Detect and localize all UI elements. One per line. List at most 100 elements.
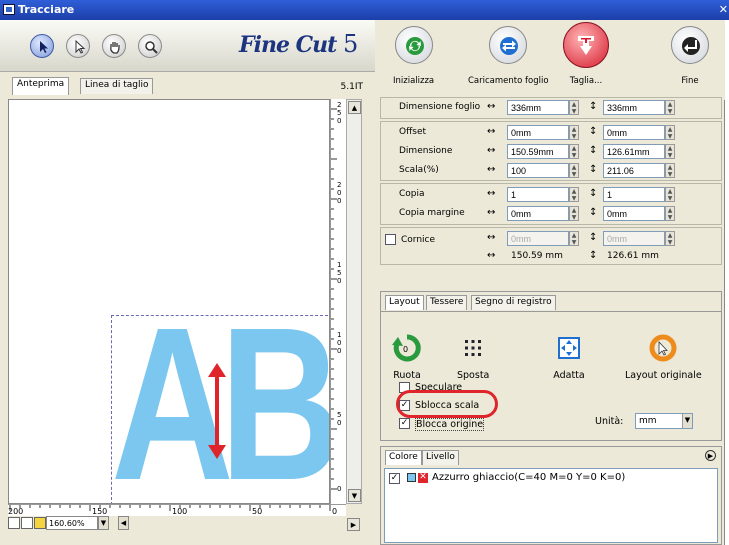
rotate-button[interactable]: 0 Ruota [391,332,423,381]
frame-y-field[interactable] [603,231,665,246]
scale-row: Scala(%) ↔ ▲▼ ↕ ▲▼ [381,162,723,181]
highlight-ellipse [396,390,498,418]
scale-y-stepper[interactable]: ▲ ▼ [665,163,675,178]
unit-label: Unità: [595,416,624,427]
finish-button[interactable]: Fine [671,26,709,86]
layout-panel: Layout Tessere Segno di registro 0 Ruota… [380,291,722,441]
left-toolbar: Fine Cut 5 [0,20,375,72]
copy-y-stepper[interactable]: ▲ ▼ [665,187,675,202]
ruler-v-label: 250 [337,101,342,125]
vertical-arrow-icon: ↕ [589,164,598,175]
rotate-label: Ruota [393,370,421,381]
ruler-v-label: 200 [337,181,342,205]
fit-page-icon[interactable] [21,517,33,529]
preview-tabs: Anteprima Linea di taglio 5.1IT [0,74,375,96]
scale-label: Scala(%) [399,165,439,175]
tab-segno-di-registro[interactable]: Segno di registro [471,295,556,310]
scroll-left-button[interactable]: ◀ [118,516,129,530]
size-width-field[interactable] [507,144,569,159]
vertical-arrow-icon: ↕ [589,188,598,199]
copy-label: Copia [399,189,425,199]
vertical-scrollbar[interactable]: ▲ ▼ [346,99,362,504]
scroll-down-button[interactable]: ▼ [348,489,361,502]
close-icon[interactable]: ✕ [719,3,728,16]
total-size-row: ↔ 150.59 mm ↕ 126.61 mm [381,248,723,267]
tab-anteprima[interactable]: Anteprima [12,77,70,95]
scale-x-field[interactable] [507,163,569,178]
tab-layout[interactable]: Layout [385,295,424,310]
copy-margin-y-stepper[interactable]: ▲ ▼ [665,206,675,221]
offset-y-stepper[interactable]: ▲ ▼ [665,125,675,140]
fit-button[interactable]: Adatta [553,332,585,381]
app-icon [3,4,15,15]
svg-text:0: 0 [403,345,408,354]
ruler-h-label: 100 [172,507,188,516]
ruler-v-label: 0 [337,485,342,493]
scale-x-stepper[interactable]: ▲ ▼ [569,163,579,178]
copy-y-field[interactable] [603,187,665,202]
horizontal-arrow-icon: ↔ [487,188,496,199]
original-layout-button[interactable]: Layout originale [625,332,702,381]
size-row: Dimensione ↔ ▲▼ ↕ ▲▼ [381,143,723,162]
sheet-width-field[interactable] [507,100,569,115]
color-swatch [407,473,416,482]
frame-x-field[interactable] [507,231,569,246]
grid-icon[interactable] [8,517,20,529]
zoom-tool-button[interactable] [138,34,162,58]
offset-x-field[interactable] [507,125,569,140]
horizontal-arrow-icon: ↔ [487,250,496,261]
cut-button[interactable]: Taglia... [563,22,609,86]
rotate-icon: 0 [392,334,421,362]
tab-tessere[interactable]: Tessere [426,295,468,310]
size-height-field[interactable] [603,144,665,159]
cutter-icon [578,36,594,55]
select-tool-button[interactable] [30,34,54,58]
color-page-icon[interactable] [34,517,46,529]
unit-dropdown-icon[interactable]: ▼ [682,414,692,428]
list-item[interactable]: ✓ ✕ Azzurro ghiaccio(C=40 M=0 Y=0 K=0) [385,471,715,485]
color-visible-checkbox[interactable]: ✓ [389,473,400,484]
copy-margin-y-field[interactable] [603,206,665,221]
direct-select-tool-button[interactable] [66,34,90,58]
tab-colore[interactable]: Colore [385,450,422,465]
copy-margin-x-field[interactable] [507,206,569,221]
tab-divider [381,311,721,312]
vertical-arrow-icon: ↕ [589,232,598,243]
frame-label: Cornice [401,235,436,245]
size-width-stepper[interactable]: ▲ ▼ [569,144,579,159]
frame-x-stepper[interactable]: ▲ ▼ [569,231,579,246]
copy-margin-x-stepper[interactable]: ▲ ▼ [569,206,579,221]
load-sheet-label: Caricamento foglio [468,76,549,86]
zoom-select[interactable]: 160.60% [46,516,98,530]
tab-linea-di-taglio[interactable]: Linea di taglio [80,78,154,94]
ruler-v-label: 150 [337,261,342,285]
frame-y-stepper[interactable]: ▲ ▼ [665,231,675,246]
scroll-up-button[interactable]: ▲ [348,101,361,114]
copy-x-field[interactable] [507,187,569,202]
initialize-button[interactable]: Inizializza [393,26,434,86]
size-group: Offset ↔ ▲▼ ↕ ▲▼ Dimensione ↔ ▲▼ ↕ ▲▼ Sc… [380,121,722,181]
preview-canvas[interactable]: ABC [8,99,330,504]
sheet-width-stepper[interactable]: ▲ ▼ [569,100,579,115]
lock-origin-checkbox[interactable]: ✓ [399,418,410,429]
move-button[interactable]: Sposta [457,332,489,381]
tab-livello[interactable]: Livello [422,450,459,465]
sheet-height-field[interactable] [603,100,665,115]
load-sheet-button[interactable]: Caricamento foglio [468,26,549,86]
panel-menu-icon[interactable]: ▶ [705,450,716,461]
zoom-dropdown-icon[interactable]: ▼ [98,516,109,530]
swap-arrows-icon [500,37,519,55]
hand-tool-button[interactable] [102,34,126,58]
horizontal-arrow-icon: ↔ [487,164,496,175]
total-height-value: 126.61 mm [607,251,659,261]
copy-x-stepper[interactable]: ▲ ▼ [569,187,579,202]
vertical-arrow-icon: ↕ [589,145,598,156]
offset-x-stepper[interactable]: ▲ ▼ [569,125,579,140]
scale-y-field[interactable] [603,163,665,178]
frame-checkbox[interactable] [385,234,396,245]
scroll-right-button[interactable]: ▶ [347,518,360,531]
size-height-stepper[interactable]: ▲ ▼ [665,144,675,159]
sheet-height-stepper[interactable]: ▲ ▼ [665,100,675,115]
sheet-label: Dimensione foglio [399,102,481,112]
offset-y-field[interactable] [603,125,665,140]
